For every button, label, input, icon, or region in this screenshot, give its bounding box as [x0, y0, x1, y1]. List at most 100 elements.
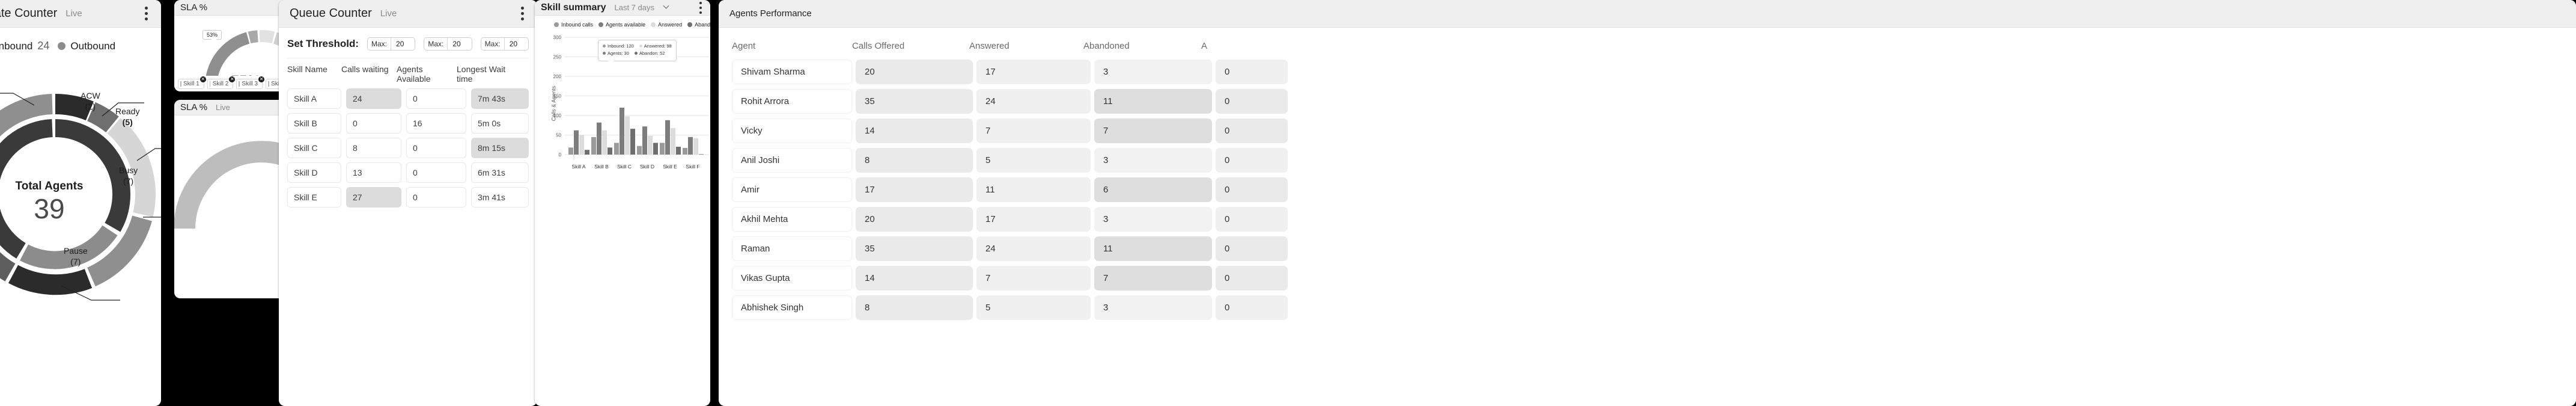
cell-extra: 0 [1216, 177, 1288, 202]
cell-longest-wait: 3m 41s [471, 187, 529, 208]
cell-longest-wait: 8m 15s [471, 138, 529, 158]
threshold-max-value-2[interactable]: 20 [448, 38, 472, 50]
cell-abandoned: 7 [1094, 118, 1212, 143]
svg-text:Skill D: Skill D [640, 164, 654, 170]
agent-state-menu-icon[interactable] [142, 4, 150, 23]
threshold-max-label-3: Max: [481, 38, 505, 50]
table-row[interactable]: Vicky 14 7 7 0 [732, 118, 2563, 143]
cell-calls-offered: 20 [856, 207, 973, 232]
table-row[interactable]: Skill D 13 0 6m 31s [287, 162, 529, 183]
cell-agent: Akhil Mehta [732, 207, 852, 232]
svg-text:Skill C: Skill C [617, 164, 632, 170]
col-skill-name: Skill Name [287, 64, 327, 74]
table-row[interactable]: Rohit Arrora 35 24 11 0 [732, 89, 2563, 114]
cell-longest-wait: 7m 43s [471, 88, 529, 109]
cell-agent: Anil Joshi [732, 148, 852, 173]
queue-table-header-row: Skill Name Calls waiting Agents Availabl… [287, 58, 529, 88]
agent-state-live-badge: Live [65, 8, 82, 19]
col-calls-waiting: Calls waiting [341, 64, 389, 74]
queue-counter-menu-icon[interactable] [519, 4, 526, 23]
threshold-input-1[interactable]: Max: 20 [367, 37, 416, 51]
cell-calls-waiting: 27 [346, 187, 401, 208]
chip-close-icon[interactable]: ✕ [229, 76, 236, 82]
tooltip-agents: Agents: 30 [603, 51, 629, 56]
queue-counter-panel: Queue Counter Live Set Threshold: Max: 2… [279, 0, 537, 406]
skill-summary-title: Skill summary [541, 2, 606, 13]
cell-answered: 5 [976, 295, 1091, 320]
abandon-dot-icon [687, 22, 693, 27]
table-row[interactable]: Amir 17 11 6 0 [732, 177, 2563, 202]
table-row[interactable]: Skill A 24 0 7m 43s [287, 88, 529, 109]
svg-text:50: 50 [556, 133, 561, 138]
cell-abandoned: 11 [1094, 236, 1212, 261]
col-answered: Answered [969, 41, 1009, 51]
agents-performance-body: Agent Calls Offered Answered Abandoned A… [719, 28, 2576, 406]
skill-chip-2[interactable]: Skill 2 ✕ [207, 76, 236, 89]
answered-dot-icon [651, 22, 656, 27]
agents-performance-table: Agent Calls Offered Answered Abandoned A… [719, 28, 2576, 320]
legend-item-outbound: Outbound [58, 40, 115, 52]
sla-live-badge: Live [216, 103, 230, 112]
skill-summary-body: Inbound calls Agents available Answered … [535, 16, 710, 394]
table-row[interactable]: Skill B 0 16 5m 0s [287, 113, 529, 134]
cell-calls-waiting: 0 [346, 113, 401, 134]
cell-answered: 5 [976, 148, 1091, 173]
cell-skill-name: Skill B [287, 113, 341, 134]
cell-agent: Raman [732, 236, 852, 261]
agent-state-body: Inbound 24 Outbound [0, 40, 161, 406]
skill-summary-menu-icon[interactable] [697, 0, 704, 16]
table-row[interactable]: Skill C 8 0 8m 15s [287, 138, 529, 158]
callout-acw-top: ACW (2) [81, 91, 100, 111]
cell-agents-available: 16 [406, 113, 466, 134]
table-row[interactable]: Raman 35 24 11 0 [732, 236, 2563, 261]
threshold-max-value-1[interactable]: 20 [391, 38, 415, 50]
cell-calls-waiting: 13 [346, 162, 401, 183]
agent-state-donut-chart: Total Agents 39 Pause(5) ACW(2) Ready(5)… [0, 56, 161, 393]
agents-performance-header: Agents Performance [719, 0, 2576, 28]
cell-calls-offered: 35 [856, 236, 973, 261]
outbound-dot-icon [58, 42, 66, 50]
legend-label-abandon: Abandon [695, 22, 710, 28]
skill-summary-header: Skill summary Last 7 days [535, 0, 710, 16]
cell-extra: 0 [1216, 295, 1288, 320]
gauge-marker-bubble: 53% [202, 30, 222, 42]
dashboard-stage: Agent State Counter Live Inbound 24 Outb… [0, 0, 2576, 406]
table-row[interactable]: Abhishek Singh 8 5 3 0 [732, 295, 2563, 320]
skill-summary-range-label[interactable]: Last 7 days [615, 3, 655, 12]
skill-chip-3[interactable]: Skill 3 ✕ [236, 76, 265, 89]
svg-text:Skill B: Skill B [594, 164, 609, 170]
cell-answered: 24 [976, 236, 1091, 261]
chip-close-icon[interactable]: ✕ [258, 76, 265, 82]
legend-item-agents-available: Agents available [598, 22, 645, 28]
cell-agent: Vikas Gupta [732, 266, 852, 291]
cell-extra: 0 [1216, 266, 1288, 291]
queue-counter-title: Queue Counter [290, 7, 372, 20]
table-row[interactable]: Akhil Mehta 20 17 3 0 [732, 207, 2563, 232]
callout-ready-right: Ready (5) [115, 106, 140, 127]
svg-text:Skill E: Skill E [663, 164, 677, 170]
table-row[interactable]: Vikas Gupta 14 7 7 0 [732, 266, 2563, 291]
threshold-label: Set Threshold: [287, 38, 359, 49]
cell-agents-available: 0 [406, 187, 466, 208]
cell-calls-waiting: 24 [346, 88, 401, 109]
tooltip-agents-dot-icon [603, 52, 606, 55]
cell-longest-wait: 6m 31s [471, 162, 529, 183]
threshold-max-value-3[interactable]: 20 [504, 38, 528, 50]
agents-performance-panel: Agents Performance Agent Calls Offered A… [719, 0, 2576, 406]
cell-calls-offered: 35 [856, 89, 973, 114]
threshold-input-3[interactable]: Max: 20 [480, 37, 529, 51]
table-row[interactable]: Skill E 27 0 3m 41s [287, 187, 529, 208]
agents-table-header-row: Agent Calls Offered Answered Abandoned A [732, 28, 2563, 60]
cell-skill-name: Skill E [287, 187, 341, 208]
cell-extra: 0 [1216, 89, 1288, 114]
skill-chip-1[interactable]: Skill 1 ✕ [178, 76, 206, 89]
chip-close-icon[interactable]: ✕ [199, 76, 206, 82]
cell-agents-available: 0 [406, 162, 466, 183]
legend-item-answered: Answered [651, 22, 682, 28]
donut-center-text: Total Agents 39 [0, 180, 161, 225]
col-agents-available: Agents Available [397, 64, 431, 84]
table-row[interactable]: Shivam Sharma 20 17 3 0 [732, 60, 2563, 84]
table-row[interactable]: Anil Joshi 8 5 3 0 [732, 148, 2563, 173]
threshold-input-2[interactable]: Max: 20 [424, 37, 472, 51]
chevron-down-icon[interactable] [663, 2, 669, 9]
